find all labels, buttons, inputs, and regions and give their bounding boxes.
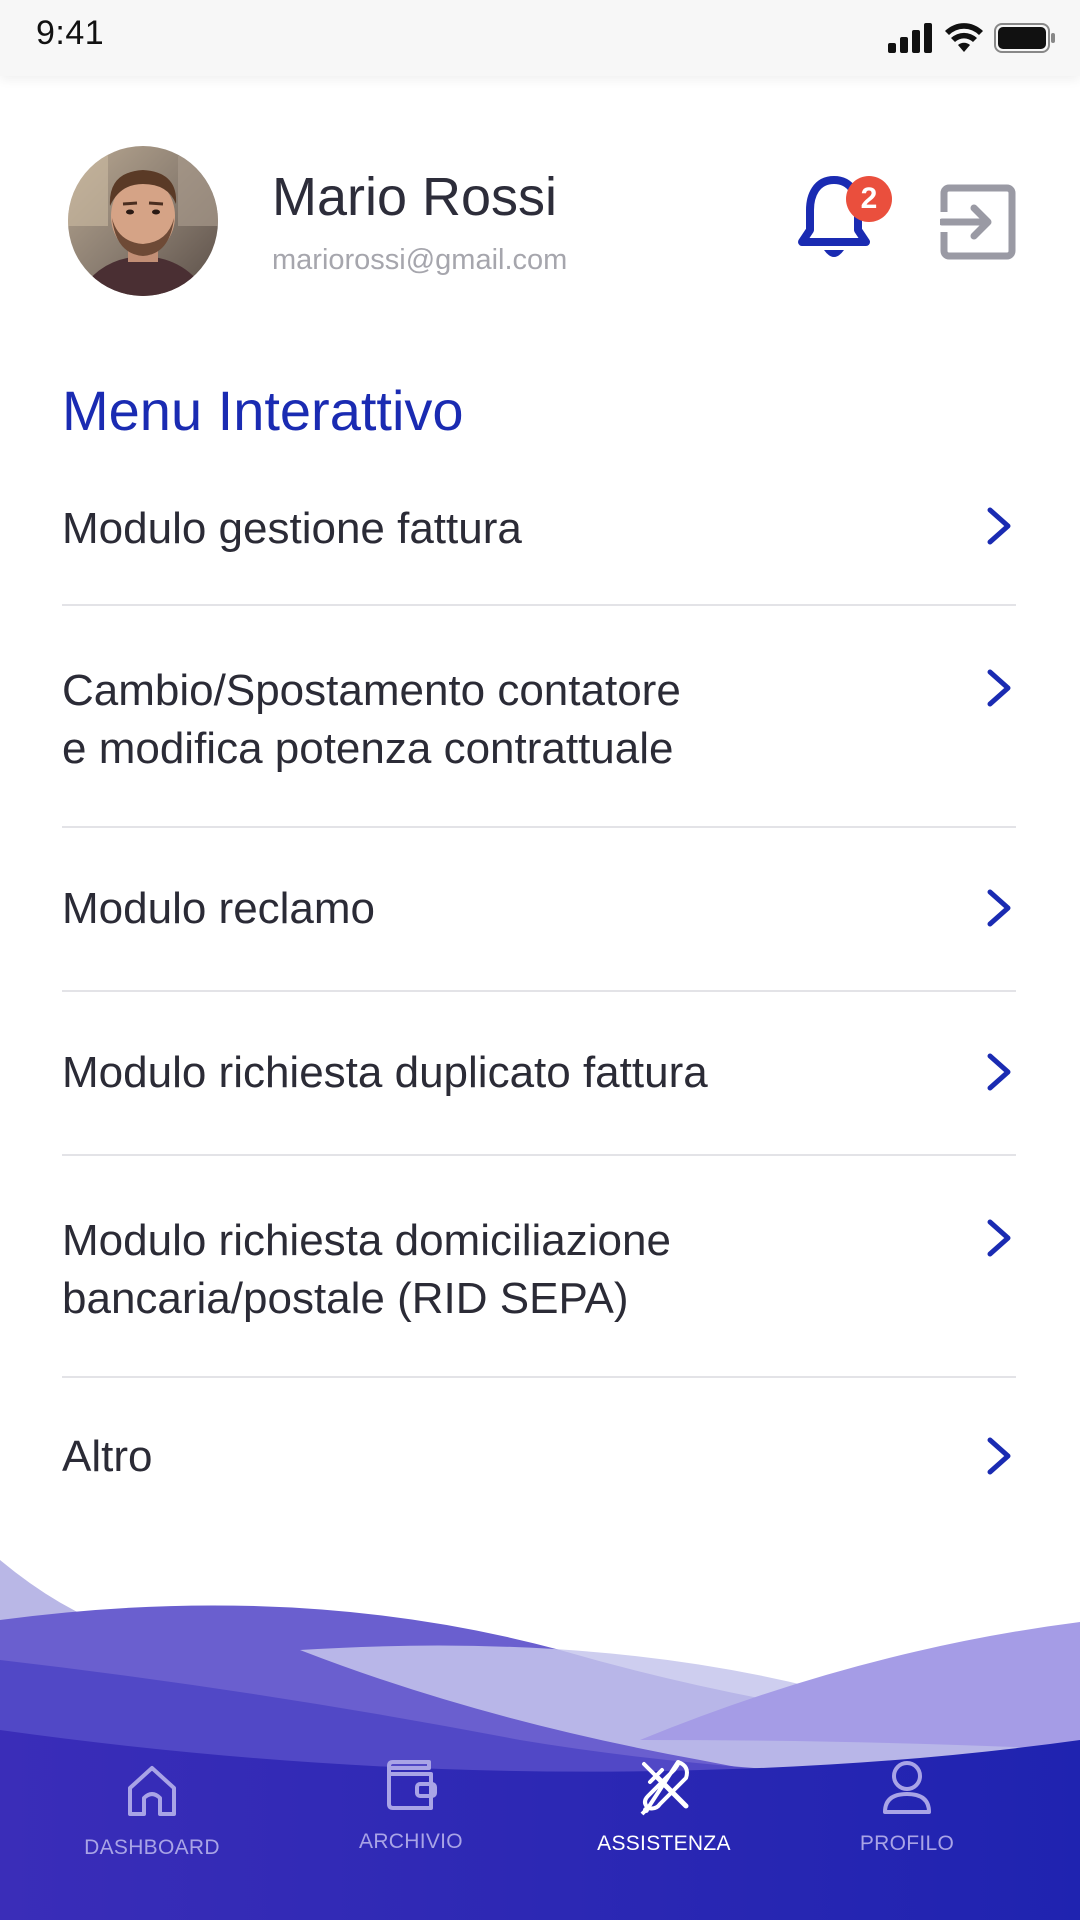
chevron-right-icon — [987, 507, 1011, 545]
bottom-nav: DASHBOARD ARCHIVIO ASSISTENZA PROFILO — [0, 1760, 1080, 1920]
nav-label: DASHBOARD — [84, 1836, 220, 1859]
nav-item-profilo[interactable]: PROFILO — [797, 1756, 1017, 1856]
avatar-photo — [68, 146, 218, 296]
user-email: mariorossi@gmail.com — [272, 244, 568, 276]
wifi-icon — [945, 23, 983, 52]
wallet-icon — [387, 1760, 437, 1810]
menu-item-label: Modulo richiesta domiciliazione bancaria… — [62, 1216, 671, 1323]
menu-item-label: Modulo gestione fattura — [62, 504, 522, 553]
nav-item-assistenza[interactable]: ASSISTENZA — [554, 1756, 774, 1856]
nav-label: ARCHIVIO — [359, 1830, 463, 1853]
menu-item-duplicato-fattura[interactable]: Modulo richiesta duplicato fattura — [62, 992, 1016, 1156]
menu-item-label: Altro — [62, 1432, 153, 1481]
status-time: 9:41 — [36, 14, 105, 52]
battery-icon — [994, 23, 1055, 53]
chevron-right-icon — [987, 669, 1011, 707]
status-icons — [888, 20, 1056, 56]
menu-item-label: Modulo richiesta duplicato fattura — [62, 1048, 708, 1097]
chevron-right-icon — [987, 1437, 1011, 1475]
home-icon — [128, 1766, 176, 1816]
notification-count-badge: 2 — [846, 176, 892, 222]
nav-label: ASSISTENZA — [597, 1832, 731, 1855]
nav-label: PROFILO — [859, 1832, 955, 1855]
user-icon — [883, 1761, 931, 1814]
menu-item-modulo-reclamo[interactable]: Modulo reclamo — [62, 828, 1016, 992]
menu-item-altro[interactable]: Altro — [62, 1378, 1016, 1518]
chevron-right-icon — [987, 1219, 1011, 1257]
logout-icon — [938, 184, 1016, 260]
menu-item-label: Modulo reclamo — [62, 884, 376, 933]
menu-item-domiciliazione-bancaria[interactable]: Modulo richiesta domiciliazione bancaria… — [62, 1156, 1016, 1378]
menu-item-label: Cambio/Spostamento contatore e modifica … — [62, 666, 681, 773]
nav-item-dashboard[interactable]: DASHBOARD — [42, 1760, 262, 1860]
logout-button[interactable] — [938, 184, 1016, 260]
chevron-right-icon — [987, 889, 1011, 927]
status-bar: 9:41 — [0, 0, 1080, 76]
user-name: Mario Rossi — [272, 167, 558, 227]
cellular-signal-icon — [888, 23, 932, 53]
menu-list: Modulo gestione fattura Cambio/Spostamen… — [62, 470, 1016, 1518]
tools-icon — [640, 1760, 689, 1816]
menu-item-modulo-gestione-fattura[interactable]: Modulo gestione fattura — [62, 470, 1016, 606]
avatar[interactable] — [68, 146, 218, 296]
chevron-right-icon — [987, 1053, 1011, 1091]
section-title: Menu Interattivo — [62, 379, 464, 442]
menu-item-cambio-spostamento-contatore[interactable]: Cambio/Spostamento contatore e modifica … — [62, 606, 1016, 828]
nav-item-archivio[interactable]: ARCHIVIO — [301, 1754, 521, 1854]
